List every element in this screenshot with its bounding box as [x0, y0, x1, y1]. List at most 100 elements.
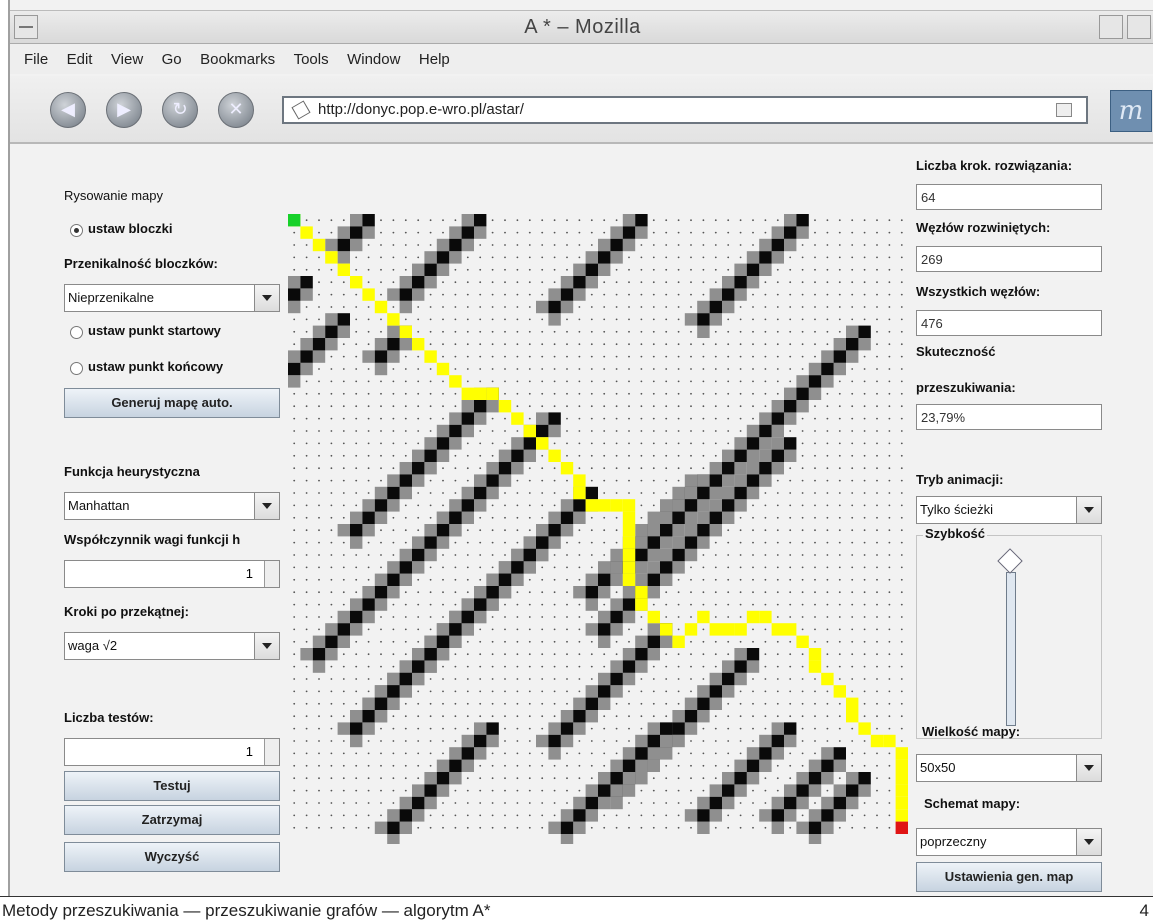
- back-icon[interactable]: ◀: [50, 92, 86, 128]
- menu-window[interactable]: Window: [347, 51, 400, 68]
- minimize-icon[interactable]: [1099, 15, 1123, 39]
- wall-halo: [424, 635, 437, 648]
- heuristic-label: Funkcja heurystyczna: [64, 464, 200, 479]
- wall-halo: [585, 784, 598, 797]
- wall-block: [474, 486, 487, 500]
- spin-up-icon[interactable]: [264, 561, 279, 575]
- maximize-icon[interactable]: [1127, 15, 1151, 39]
- wall-block: [684, 536, 698, 549]
- heuristic-select[interactable]: Manhattan: [64, 492, 280, 520]
- wall-halo: [846, 796, 859, 810]
- wall-block: [784, 437, 797, 450]
- wall-halo: [449, 772, 462, 785]
- wall-block: [412, 462, 425, 475]
- animation-select[interactable]: Tylko ścieżki: [916, 496, 1102, 524]
- clear-button[interactable]: Wyczyść: [64, 842, 280, 872]
- wall-halo: [598, 561, 611, 574]
- path-cell: [387, 313, 400, 326]
- wall-halo: [759, 759, 772, 772]
- wall-halo: [573, 722, 586, 735]
- wall-halo: [300, 648, 313, 661]
- wall-block: [746, 263, 760, 276]
- wall-halo: [684, 697, 698, 710]
- wall-block: [486, 586, 499, 599]
- path-cell: [895, 772, 908, 785]
- page-icon: [291, 100, 311, 120]
- reload-icon[interactable]: ↻: [162, 92, 198, 128]
- wall-block: [560, 821, 574, 834]
- speed-slider-thumb[interactable]: [997, 548, 1023, 574]
- wall-halo: [325, 648, 338, 661]
- wall-halo: [337, 635, 350, 648]
- wall-block: [325, 325, 338, 338]
- speed-slider-track[interactable]: [1006, 572, 1016, 726]
- wall-halo: [796, 796, 809, 810]
- wall-halo: [424, 548, 437, 562]
- scheme-select[interactable]: poprzeczny: [916, 828, 1102, 856]
- wall-halo: [796, 772, 809, 785]
- wall-halo: [709, 524, 722, 537]
- menu-view[interactable]: View: [111, 51, 143, 68]
- generate-map-button[interactable]: Generuj mapę auto.: [64, 388, 280, 418]
- weight-spinner[interactable]: 1: [64, 560, 280, 588]
- test-button[interactable]: Testuj: [64, 771, 280, 801]
- wall-halo: [672, 710, 685, 723]
- wall-block: [374, 697, 388, 710]
- wall-halo: [474, 586, 487, 599]
- forward-icon[interactable]: ▶: [106, 92, 142, 128]
- wall-block: [374, 586, 388, 599]
- wall-block: [288, 288, 301, 301]
- wall-block: [288, 362, 301, 376]
- wall-halo: [486, 573, 499, 586]
- wall-block: [759, 462, 772, 475]
- menu-bookmarks[interactable]: Bookmarks: [200, 51, 275, 68]
- wall-halo: [709, 697, 722, 710]
- wall-halo: [722, 685, 735, 698]
- stop-icon[interactable]: ✕: [218, 92, 254, 128]
- spin-up-icon[interactable]: [264, 739, 279, 753]
- stop-button[interactable]: Zatrzymaj: [64, 805, 280, 835]
- wall-block: [387, 338, 400, 351]
- page-number: 4: [1139, 901, 1149, 920]
- wall-block: [771, 809, 784, 822]
- spin-down-icon[interactable]: [264, 574, 279, 587]
- map-grid[interactable]: [288, 214, 908, 844]
- tests-spinner[interactable]: 1: [64, 738, 280, 766]
- menu-edit[interactable]: Edit: [67, 51, 93, 68]
- wall-halo: [622, 648, 636, 661]
- wall-block: [461, 226, 474, 239]
- wall-halo: [622, 672, 636, 686]
- wall-halo: [722, 772, 735, 785]
- wall-block: [771, 412, 784, 425]
- url-dropdown-icon[interactable]: [1056, 103, 1072, 117]
- wall-block: [746, 474, 760, 487]
- map-settings-button[interactable]: Ustawienia gen. map: [916, 862, 1102, 892]
- menu-help[interactable]: Help: [419, 51, 450, 68]
- wall-halo: [660, 536, 673, 549]
- wall-halo: [709, 288, 722, 301]
- wall-block: [387, 821, 400, 834]
- menu-tools[interactable]: Tools: [294, 51, 329, 68]
- menu-file[interactable]: File: [24, 51, 48, 68]
- wall-block: [697, 524, 710, 537]
- radio-start[interactable]: [70, 326, 83, 339]
- url-bar[interactable]: http://donyc.pop.e-wro.pl/astar/: [282, 96, 1088, 124]
- radio-end[interactable]: [70, 362, 83, 375]
- radio-blocks[interactable]: [70, 224, 83, 237]
- wall-halo: [734, 672, 747, 686]
- wall-block: [585, 263, 598, 276]
- wall-block: [412, 276, 425, 289]
- spin-down-icon[interactable]: [264, 752, 279, 765]
- wall-halo: [412, 561, 425, 574]
- wall-halo: [387, 697, 400, 710]
- wall-block: [573, 710, 586, 723]
- path-cell: [399, 325, 412, 338]
- radio-blocks-label: ustaw bloczki: [88, 221, 173, 236]
- animation-value: Tylko ścieżki: [920, 502, 993, 517]
- wall-halo: [312, 350, 326, 363]
- diagonal-select[interactable]: waga √2: [64, 632, 280, 660]
- menu-go[interactable]: Go: [162, 51, 182, 68]
- permeability-select[interactable]: Nieprzenikalne: [64, 284, 280, 312]
- mapsize-select[interactable]: 50x50: [916, 754, 1102, 782]
- wall-halo: [399, 573, 412, 586]
